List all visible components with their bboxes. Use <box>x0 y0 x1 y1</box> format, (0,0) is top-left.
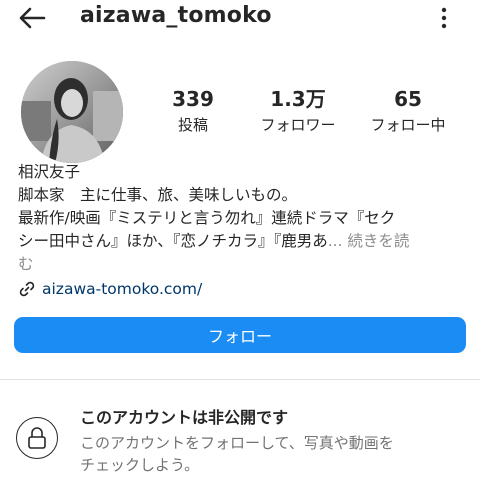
bio-line: シー田中さん』ほか、『恋ノチカラ』『鹿男あ... 続きを読 <box>18 230 468 253</box>
followers-label: フォロワー <box>260 116 336 134</box>
lock-icon <box>28 427 46 449</box>
profile-stats: 339 投稿 1.3万 フォロワー 65 フォロー中 <box>146 87 466 147</box>
private-description: このアカウントをフォローして、写真や動画を チェックしよう。 <box>80 432 460 476</box>
read-more-link-continued[interactable]: む <box>18 253 468 276</box>
private-title: このアカウントは非公開です <box>80 408 289 427</box>
following-label: フォロー中 <box>370 116 446 134</box>
stat-followers[interactable]: 1.3万 フォロワー <box>248 87 348 137</box>
avatar[interactable] <box>21 61 123 163</box>
posts-label: 投稿 <box>177 116 208 134</box>
bio-line: 最新作/映画『ミステリと言う勿れ』連続ドラマ『セク <box>18 209 396 227</box>
stat-posts: 339 投稿 <box>158 87 228 137</box>
profile-username: aizawa_tomoko <box>80 3 272 28</box>
private-account-notice: このアカウントは非公開です このアカウントをフォローして、写真や動画を チェック… <box>0 380 480 484</box>
more-options-button[interactable] <box>434 4 454 32</box>
private-desc-line: このアカウントをフォローして、写真や動画を <box>80 434 394 452</box>
arrow-left-icon <box>19 7 46 29</box>
following-count: 65 <box>394 87 422 111</box>
top-bar: aizawa_tomoko <box>0 0 480 36</box>
posts-count: 339 <box>172 87 214 111</box>
back-button[interactable] <box>14 3 50 33</box>
link-icon <box>18 280 36 298</box>
read-more-link[interactable]: 続きを読 <box>347 232 409 250</box>
website-link[interactable]: aizawa-tomoko.com/ <box>18 280 202 298</box>
follow-button[interactable]: フォロー <box>14 317 466 353</box>
lock-icon-circle <box>16 417 58 459</box>
profile-bio: 相沢友子 脚本家 主に仕事、旅、美味しいもの。 最新作/映画『ミステリと言う勿れ… <box>18 161 468 276</box>
followers-count: 1.3万 <box>270 87 326 111</box>
bio-name: 相沢友子 <box>18 163 81 181</box>
more-vertical-icon <box>441 7 447 29</box>
profile-photo <box>21 61 123 163</box>
bio-ellipsis: ... <box>327 232 343 250</box>
stat-following[interactable]: 65 フォロー中 <box>358 87 458 137</box>
website-link-text: aizawa-tomoko.com/ <box>42 280 203 298</box>
bio-line: 脚本家 主に仕事、旅、美味しいもの。 <box>18 186 298 204</box>
bio-text: シー田中さん』ほか、『恋ノチカラ』『鹿男あ <box>18 232 328 250</box>
private-desc-line: チェックしよう。 <box>80 456 200 474</box>
